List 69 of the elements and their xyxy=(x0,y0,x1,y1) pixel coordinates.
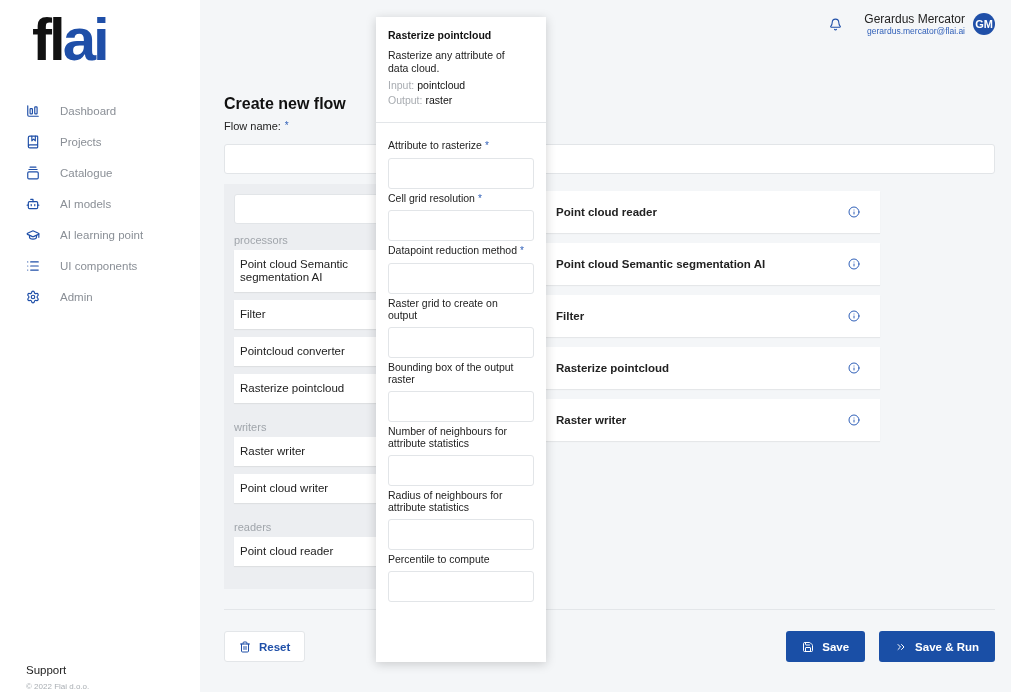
io-label: Output: xyxy=(388,94,423,107)
group-heading: readers xyxy=(234,520,272,535)
node-card[interactable]: Filter xyxy=(234,300,376,329)
info-icon[interactable] xyxy=(848,258,860,270)
field-label: Datapoint reduction method xyxy=(388,244,517,257)
node-card[interactable]: Point cloud reader xyxy=(234,537,376,566)
io-value: pointcloud xyxy=(417,79,466,92)
chart-icon xyxy=(26,104,40,118)
parameter-field[interactable] xyxy=(388,262,534,294)
support-link[interactable]: Support xyxy=(26,664,67,676)
io-value: raster xyxy=(425,94,453,107)
graduation-cap-icon xyxy=(26,228,40,242)
node-card[interactable]: Raster writer xyxy=(234,437,376,466)
flow-step[interactable]: Raster writer xyxy=(546,399,880,441)
settings-icon xyxy=(26,290,40,304)
book-icon xyxy=(26,135,40,149)
info-icon[interactable] xyxy=(848,310,860,322)
field-label: Attribute to rasterize xyxy=(388,139,482,152)
reset-button[interactable]: Reset xyxy=(224,631,306,662)
bell-icon[interactable] xyxy=(829,17,843,31)
search-field[interactable] xyxy=(234,194,376,224)
node-card[interactable]: Rasterize pointcloud xyxy=(234,374,376,403)
copyright-text: © 2022 Flai d.o.o. xyxy=(26,682,90,691)
save-run-button[interactable]: Save & Run xyxy=(879,631,995,662)
floppy-icon xyxy=(802,640,815,653)
field-label: Number of neighbours for attribute statistics xyxy=(388,424,508,449)
user-name: Gerardus Mercator xyxy=(864,12,965,26)
info-icon[interactable] xyxy=(848,206,860,218)
io-label: Input: xyxy=(388,79,415,92)
group-heading: writers xyxy=(234,420,267,435)
sidebar-item[interactable]: AI models xyxy=(26,193,200,215)
flow-step[interactable]: Filter xyxy=(546,295,880,337)
required-mark: * xyxy=(484,140,489,152)
required-mark: * xyxy=(284,120,289,132)
flow-step[interactable]: Point cloud Semantic segmentation AI xyxy=(546,243,880,285)
flai-logo: flai xyxy=(32,10,108,70)
parameter-field[interactable] xyxy=(388,390,534,422)
parameter-field[interactable] xyxy=(388,157,534,189)
robot-icon xyxy=(26,197,40,211)
node-card[interactable]: Point cloud writer xyxy=(234,474,376,503)
page-title: Create new flow xyxy=(224,95,346,113)
field-label: Flow name: xyxy=(224,120,281,132)
parameter-field[interactable] xyxy=(388,455,534,487)
popover-description: Rasterize any attribute of data cloud. xyxy=(388,49,506,75)
user-email: gerardus.mercator@flai.ai xyxy=(867,26,965,36)
list-icon xyxy=(26,259,40,273)
parameter-field[interactable] xyxy=(388,210,534,242)
field-label: Raster grid to create on output xyxy=(388,296,498,321)
save-button[interactable]: Save xyxy=(786,631,866,662)
trash-icon xyxy=(239,640,251,653)
flow-step[interactable]: Rasterize pointcloud xyxy=(546,347,880,389)
field-label: Cell grid resolution xyxy=(388,191,475,204)
required-mark: * xyxy=(519,245,524,257)
node-card[interactable]: Point cloud Semantic segmentation AI xyxy=(234,250,376,292)
user-avatar[interactable]: GM xyxy=(973,13,995,35)
parameter-field[interactable] xyxy=(388,571,534,603)
info-icon[interactable] xyxy=(848,362,860,374)
field-label: Percentile to compute xyxy=(388,553,490,566)
popover-title: Rasterize pointcloud xyxy=(388,29,493,41)
required-mark: * xyxy=(477,192,482,204)
field-label: Bounding box of the output raster xyxy=(388,360,514,385)
flow-step[interactable]: Point cloud reader xyxy=(546,191,880,233)
parameter-field[interactable] xyxy=(388,519,534,551)
parameter-field[interactable] xyxy=(388,326,534,358)
node-card[interactable]: Pointcloud converter xyxy=(234,337,376,366)
field-label: Radius of neighbours for attribute statistics xyxy=(388,489,503,514)
stack-icon xyxy=(26,166,40,180)
info-icon[interactable] xyxy=(848,414,860,426)
group-heading: processors xyxy=(234,233,288,248)
